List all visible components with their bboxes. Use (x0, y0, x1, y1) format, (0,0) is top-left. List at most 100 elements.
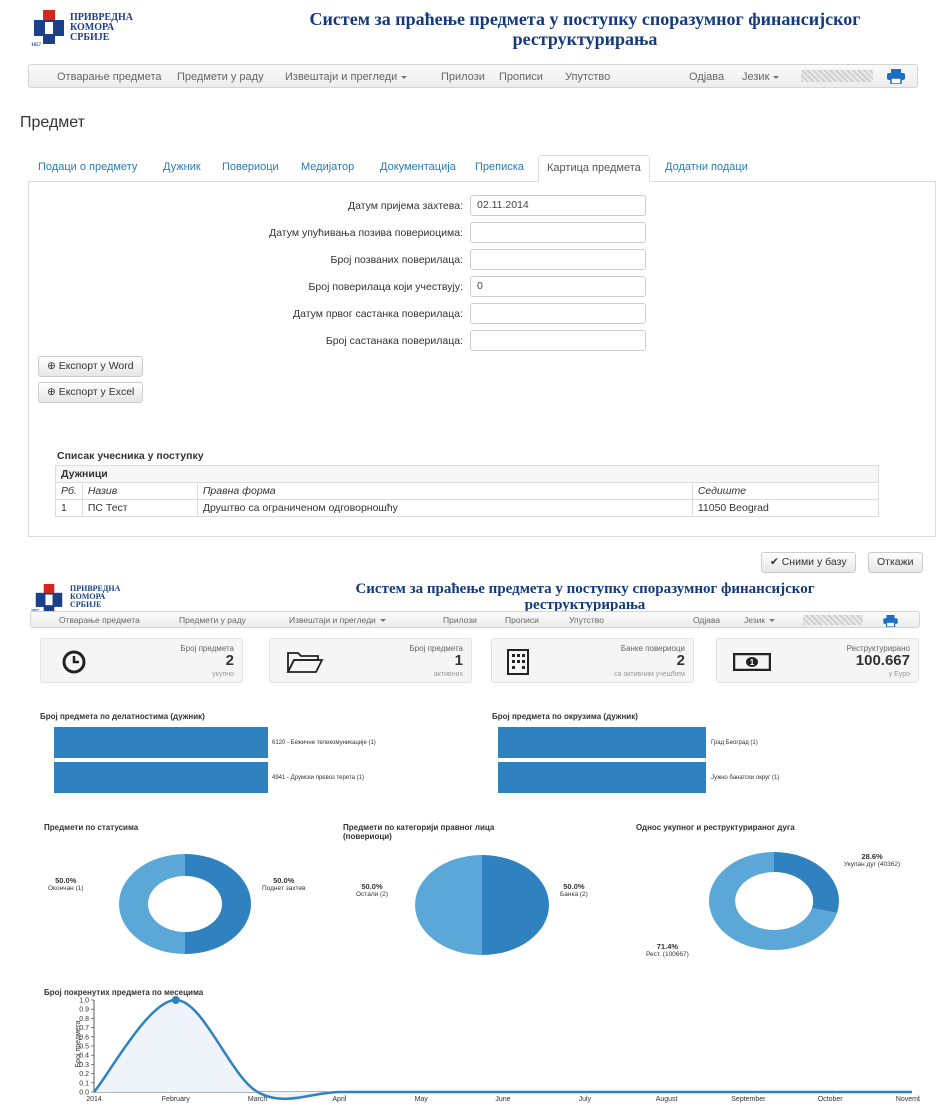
column-header-seat: Седиште (691, 482, 880, 500)
main-navbar: Отварање предмета Предмети у раду Извешт… (28, 64, 918, 88)
main-navbar: Отварање предмета Предмети у раду Извешт… (30, 611, 920, 628)
tab-mediator[interactable]: Медијатор (301, 161, 354, 173)
save-button[interactable]: ✔ Сними у базу (761, 552, 856, 573)
chevron-down-icon (769, 619, 776, 623)
nav-language[interactable]: Језик (744, 615, 776, 625)
nav-reports[interactable]: Извештаји и прегледи (285, 71, 408, 83)
tab-debtor[interactable]: Дужник (163, 161, 201, 173)
dashboard-screen: ПРИВРЕДНА КОМОРА СРБИЈЕ 1857 Систем за п… (0, 576, 938, 1106)
nav-attachments[interactable]: Прилози (441, 71, 485, 83)
print-icon[interactable] (883, 614, 898, 632)
series-area (94, 1000, 912, 1099)
nav-open-case[interactable]: Отварање предмета (57, 71, 162, 83)
debt-slice-total[interactable] (774, 852, 839, 913)
column-header-name: Назив (81, 482, 198, 500)
nav-reports[interactable]: Извештаји и прегледи (289, 615, 386, 625)
org-name-line3: СРБИЈЕ (70, 600, 102, 609)
chevron-down-icon (773, 75, 780, 79)
category-slice-bank[interactable] (482, 855, 549, 955)
request-date-input[interactable]: 02.11.2014 (470, 195, 646, 216)
y-tick-label: 0.4 (79, 1053, 89, 1060)
nav-instructions[interactable]: Упутство (569, 615, 604, 625)
district-bar-label: Јужно банатски округ (1) (711, 775, 780, 781)
case-card-screen: ПРИВРЕДНА КОМОРА СРБИЈЕ 1857 Систем за п… (0, 0, 938, 576)
nav-regulations[interactable]: Прописи (499, 71, 543, 83)
cell-seat: 11050 Beograd (691, 499, 880, 517)
y-tick-label: 0.6 (79, 1034, 89, 1041)
data-point[interactable] (171, 996, 180, 1004)
svg-text:1: 1 (750, 658, 755, 667)
cancel-button[interactable]: Откажи (868, 552, 923, 573)
nav-cases-in-progress[interactable]: Предмети у раду (177, 71, 264, 83)
category-pie-chart (415, 855, 549, 955)
x-tick-label: November (896, 1096, 920, 1103)
y-tick-label: 0.3 (79, 1062, 89, 1069)
participating-creditors-input[interactable]: 0 (470, 276, 646, 297)
x-tick-label: October (818, 1096, 844, 1103)
activity-bar[interactable] (54, 727, 268, 758)
status-slice-finished[interactable] (119, 854, 185, 954)
debt-label-total: 28.6% Укупан дуг (40362) (844, 852, 901, 868)
y-tick-label: 0.2 (79, 1071, 89, 1078)
nav-logout[interactable]: Одјава (693, 615, 720, 625)
invited-creditors-input[interactable] (470, 249, 646, 270)
clock-icon (62, 650, 86, 674)
page-title: Предмет (20, 114, 85, 131)
monthly-line-chart: Број предмета 0.00.10.20.30.40.50.60.70.… (75, 996, 920, 1103)
table-row[interactable]: 1 ПС Тест Друштво са ограниченом одговор… (55, 499, 880, 517)
nav-open-case[interactable]: Отварање предмета (59, 615, 140, 625)
banknote-icon: 1 (733, 653, 771, 671)
nav-regulations[interactable]: Прописи (505, 615, 539, 625)
x-tick-label: April (332, 1096, 346, 1103)
export-icon: ⊕ (47, 360, 59, 372)
district-bar[interactable] (498, 762, 706, 793)
category-slice-other[interactable] (415, 855, 482, 955)
y-tick-label: 0.9 (79, 1007, 89, 1014)
export-excel-button[interactable]: ⊕ Експорт у Excel (38, 382, 144, 403)
category-label-other: 50.0% Остали (2) (356, 882, 388, 898)
status-label-finished: 50.0% Окончан (1) (48, 876, 84, 892)
nav-attachments[interactable]: Прилози (443, 615, 477, 625)
meetings-count-input[interactable] (470, 330, 646, 351)
tab-creditors[interactable]: Повериоци (222, 161, 279, 173)
nav-instructions[interactable]: Упутство (565, 71, 610, 83)
stat-card-creditor-banks: Банке повериоци 2 са активним учешћем (491, 638, 694, 683)
nav-cases-in-progress[interactable]: Предмети у раду (179, 615, 246, 625)
category-chart-title: Предмети по категорији правног лица (пове… (343, 823, 495, 841)
tab-documentation[interactable]: Документација (380, 161, 456, 173)
status-chart-title: Предмети по статусима (44, 823, 139, 832)
org-name-line3: СРБИЈЕ (70, 32, 110, 43)
participants-table: Дужници Рб. Назив Правна форма Седиште 1… (55, 465, 880, 517)
field-label-first-meeting-date: Датум првог састанка поверилаца: (292, 308, 463, 320)
y-tick-label: 1.0 (79, 998, 89, 1005)
tab-case-card[interactable]: Картица предмета (538, 155, 650, 182)
x-tick-label: February (162, 1096, 191, 1103)
debt-donut-chart (708, 852, 839, 950)
check-icon: ✔ (770, 556, 782, 568)
status-slice-submitted[interactable] (185, 854, 251, 954)
activity-bar[interactable] (54, 762, 268, 793)
folder-icon (286, 652, 324, 673)
nav-logout[interactable]: Одјава (689, 71, 724, 83)
column-header-legal-form: Правна форма (196, 482, 693, 500)
system-title: Систем за праћење предмета у поступку сп… (355, 581, 815, 613)
tab-additional-data[interactable]: Додатни подаци (665, 161, 748, 173)
y-tick-label: 0.1 (79, 1080, 89, 1087)
field-label-invitation-date: Датум упућивања позива повериоцима: (269, 227, 463, 239)
activity-bar-label: 4941 - Друмски превоз терета (1) (272, 775, 364, 781)
print-icon[interactable] (887, 69, 905, 89)
cell-legal-form: Друштво са ограниченом одговорношћу (196, 499, 693, 517)
export-word-button[interactable]: ⊕ Експорт у Word (38, 356, 143, 377)
chevron-down-icon (401, 75, 408, 79)
field-label-meetings-count: Број састанака поверилаца: (325, 335, 463, 347)
y-tick-label: 0.5 (79, 1044, 89, 1051)
x-tick-label: 2014 (86, 1096, 102, 1103)
x-tick-label: May (415, 1096, 429, 1103)
first-meeting-date-input[interactable] (470, 303, 646, 324)
tab-case-data[interactable]: Подаци о предмету (38, 161, 137, 173)
invitation-date-input[interactable] (470, 222, 646, 243)
nav-language[interactable]: Језик (742, 71, 780, 83)
district-chart-title: Број предмета по окрузима (дужник) (492, 712, 638, 721)
district-bar[interactable] (498, 727, 706, 758)
tab-correspondence[interactable]: Преписка (475, 161, 524, 173)
